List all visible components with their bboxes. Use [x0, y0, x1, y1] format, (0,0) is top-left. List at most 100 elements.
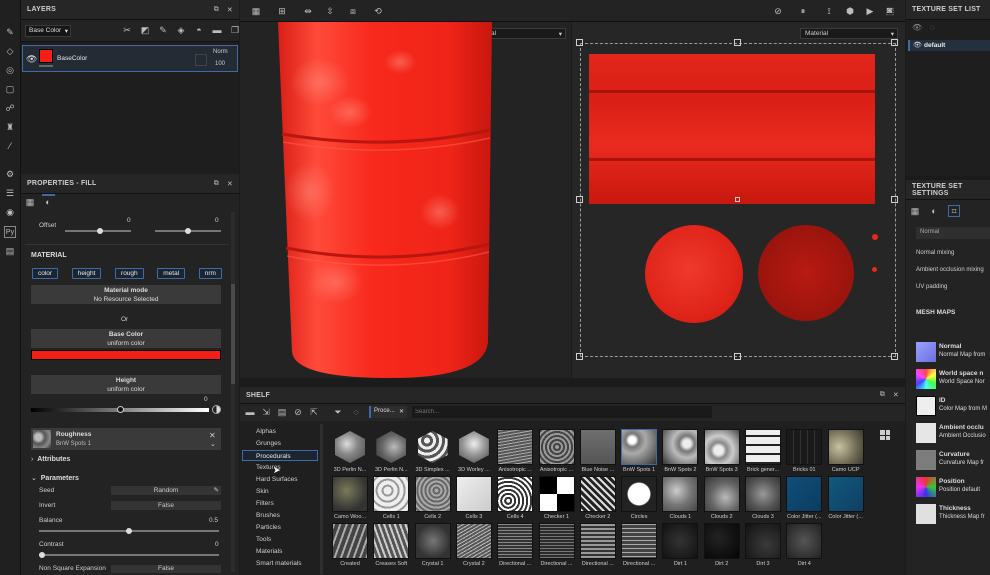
- resource-thumbnail[interactable]: [332, 476, 368, 512]
- mesh-map-position[interactable]: Position Position default: [916, 477, 990, 499]
- python-console-icon[interactable]: Py: [4, 226, 16, 238]
- resource-thumbnail[interactable]: [373, 476, 410, 512]
- category-procedurals[interactable]: Procedurals: [242, 450, 318, 461]
- mesh-map-thickness[interactable]: Thickness Thickness Map fr: [916, 504, 990, 526]
- grid-view-toggle-icon[interactable]: [880, 430, 890, 440]
- offset-x-value[interactable]: 0: [127, 217, 131, 224]
- add-mask-icon[interactable]: ◩: [139, 24, 151, 36]
- uv-small-island-1[interactable]: [872, 234, 878, 240]
- projection-icon[interactable]: ◎: [4, 64, 16, 76]
- resource-thumbnail[interactable]: [745, 476, 781, 512]
- height-value[interactable]: 0: [204, 396, 208, 403]
- undock-icon[interactable]: ⧉: [214, 6, 219, 14]
- clone-stamp-icon[interactable]: ♜: [4, 121, 16, 133]
- resource-thumbnail[interactable]: [621, 476, 658, 512]
- transform-handle-tc[interactable]: [734, 39, 741, 46]
- category-tools[interactable]: Tools: [256, 536, 271, 543]
- invert-toggle[interactable]: False: [111, 501, 221, 510]
- folder-icon[interactable]: ▬: [244, 406, 256, 418]
- resource-thumbnail[interactable]: [621, 429, 658, 465]
- resource-thumbnail[interactable]: [456, 429, 492, 465]
- settings-tab-icon[interactable]: ▦: [909, 205, 921, 217]
- layout-single-icon[interactable]: ▦: [250, 5, 262, 17]
- hide-icon[interactable]: ⊘: [292, 406, 304, 418]
- category-alphas[interactable]: Alphas: [256, 428, 276, 435]
- transform-handle-mc[interactable]: [735, 197, 740, 202]
- resource-thumbnail[interactable]: [579, 429, 616, 465]
- resource-thumbnail[interactable]: [703, 476, 740, 512]
- chip-metal[interactable]: metal: [157, 268, 186, 279]
- category-brushes[interactable]: Brushes: [256, 512, 280, 519]
- color-picker-icon[interactable]: ⁄: [4, 140, 16, 152]
- mesh-map-normal[interactable]: Normal Normal Map from: [916, 342, 990, 364]
- resource-thumbnail[interactable]: [786, 523, 823, 559]
- resource-thumbnail[interactable]: [414, 476, 451, 512]
- filter-icon[interactable]: ⏷: [332, 406, 344, 418]
- material-tab-icon[interactable]: ◐: [928, 205, 940, 217]
- balance-handle[interactable]: [126, 528, 132, 534]
- close-icon[interactable]: ✕: [227, 180, 233, 188]
- resource-thumbnail[interactable]: [455, 523, 492, 559]
- material-mode-slot[interactable]: Material mode No Resource Selected: [31, 285, 221, 304]
- roughness-slot[interactable]: Roughness BnW Spots 1 ✕ ⌄: [31, 428, 221, 450]
- visibility-eye-icon[interactable]: 👁: [913, 41, 922, 49]
- category-smart-materials[interactable]: Smart materials: [256, 560, 302, 567]
- resource-thumbnail[interactable]: [786, 476, 823, 512]
- resource-thumbnail[interactable]: [373, 429, 409, 465]
- base-color-slot[interactable]: Base Color uniform color: [31, 329, 221, 348]
- eye-icon[interactable]: 👁: [912, 23, 922, 32]
- resource-thumbnail[interactable]: [662, 429, 699, 465]
- camera-settings-icon[interactable]: ◉: [4, 206, 16, 218]
- transform-handle-tr[interactable]: [891, 39, 898, 46]
- undock-icon[interactable]: ⧉: [214, 180, 219, 188]
- chip-height[interactable]: height: [71, 268, 102, 279]
- screenshot-icon[interactable]: ◙: [887, 5, 899, 17]
- category-hard-surfaces[interactable]: Hard Surfaces: [256, 476, 298, 483]
- pause-icon[interactable]: ⏸: [797, 5, 809, 17]
- add-paint-layer-icon[interactable]: ✎: [157, 24, 169, 36]
- offset-y-handle[interactable]: [185, 228, 191, 234]
- seed-button[interactable]: Random ✎: [111, 486, 221, 495]
- mesh-map-curvature[interactable]: Curvature Curvature Map fr: [916, 450, 990, 472]
- mesh-map-world-space-normal[interactable]: World space n World Space Nor: [916, 369, 990, 391]
- resource-thumbnail[interactable]: [497, 523, 534, 559]
- height-slider-handle[interactable]: [117, 406, 124, 413]
- contrast-handle[interactable]: [39, 552, 45, 558]
- resource-thumbnail[interactable]: [827, 476, 864, 512]
- channel-select[interactable]: Base Color ▾: [25, 25, 71, 37]
- height-slot[interactable]: Height uniform color: [31, 375, 221, 394]
- transform-handle-bc[interactable]: [734, 353, 741, 360]
- balance-value[interactable]: 0.5: [209, 517, 218, 524]
- resource-thumbnail[interactable]: [662, 476, 699, 512]
- material-tab-icon[interactable]: ◐: [42, 196, 54, 208]
- chip-nrm[interactable]: nrm: [198, 268, 222, 279]
- resource-thumbnail[interactable]: [538, 523, 575, 559]
- resource-thumbnail[interactable]: [745, 429, 781, 465]
- resource-thumbnail[interactable]: [414, 523, 451, 559]
- barrel-3d-model[interactable]: [240, 22, 571, 378]
- add-generator-icon[interactable]: ◓: [193, 24, 205, 36]
- add-folder-icon[interactable]: ▬: [211, 24, 223, 36]
- transform-handle-mr[interactable]: [891, 196, 898, 203]
- polygon-fill-icon[interactable]: ▢: [4, 83, 16, 95]
- transform-handle-ml[interactable]: [576, 196, 583, 203]
- camera-video-icon[interactable]: ▶: [864, 5, 876, 17]
- resource-thumbnail[interactable]: [621, 523, 658, 559]
- edit-pencil-icon[interactable]: ✎: [214, 486, 219, 495]
- category-grunges[interactable]: Grunges: [256, 440, 281, 447]
- resource-thumbnail[interactable]: [662, 523, 699, 559]
- uv-tab-icon[interactable]: ⌗: [948, 205, 960, 217]
- paint-brush-icon[interactable]: ✎: [4, 26, 16, 38]
- parameters-expander[interactable]: ⌄ Parameters: [31, 474, 79, 482]
- chevron-down-icon[interactable]: ⌄: [210, 440, 216, 448]
- shading-cube-icon[interactable]: ⬢: [844, 5, 856, 17]
- transform-handle-br[interactable]: [891, 353, 898, 360]
- resource-thumbnail[interactable]: [786, 429, 823, 465]
- close-icon[interactable]: ✕: [399, 408, 404, 415]
- normal-select[interactable]: Normal: [916, 227, 990, 239]
- resource-thumbnail[interactable]: [455, 476, 492, 512]
- category-scrollbar[interactable]: [320, 424, 323, 574]
- remove-resource-icon[interactable]: ✕: [209, 431, 216, 440]
- category-skin[interactable]: Skin: [256, 488, 269, 495]
- resource-thumbnail[interactable]: [332, 523, 368, 559]
